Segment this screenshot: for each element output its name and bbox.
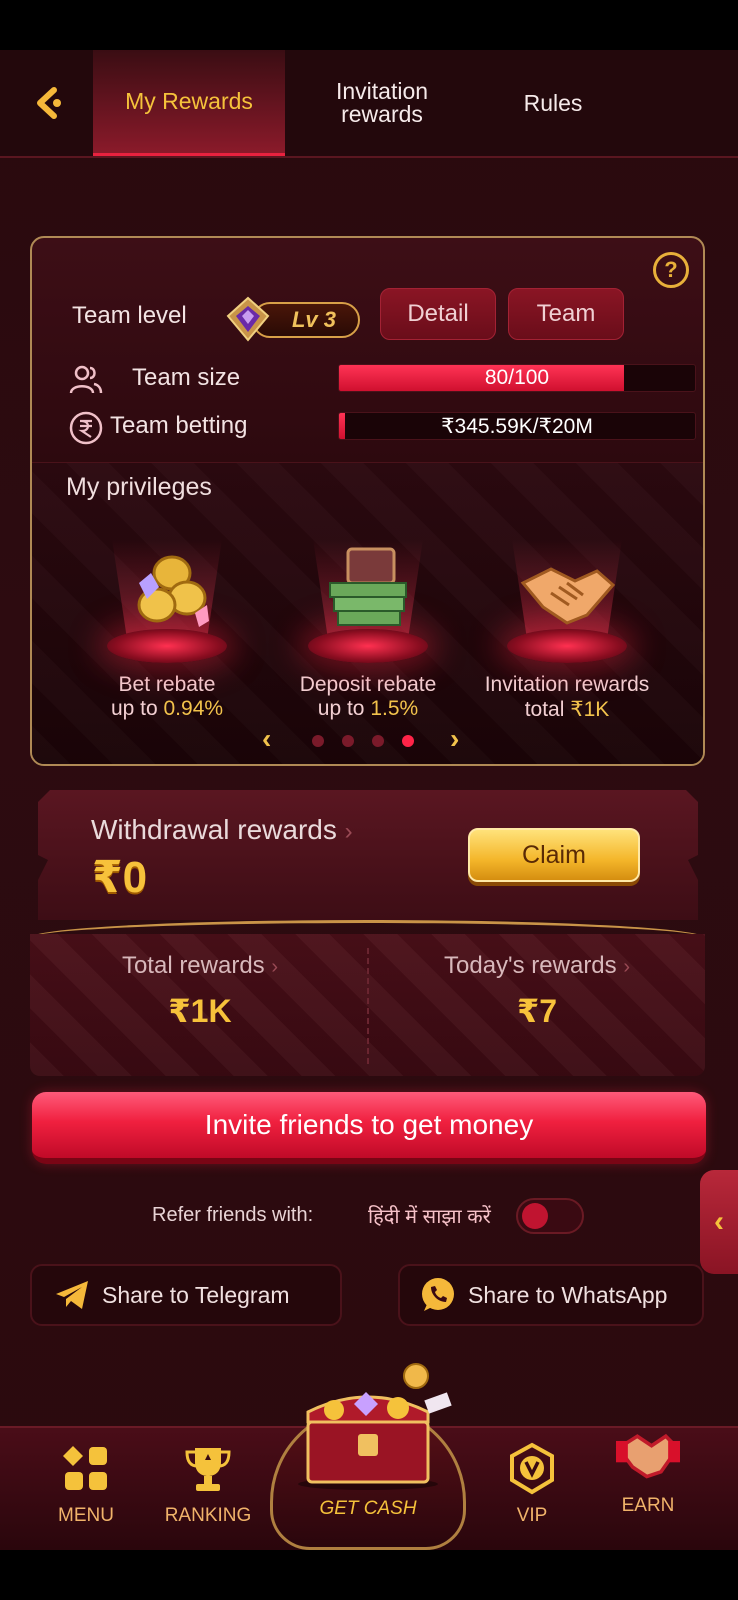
trophy-icon	[185, 1448, 231, 1491]
privileges-title: My privileges	[66, 473, 212, 501]
nav-menu-label: MENU	[58, 1505, 114, 1526]
share-whatsapp-button[interactable]: Share to WhatsApp	[398, 1264, 704, 1326]
nav-earn[interactable]: EARN	[598, 1433, 698, 1517]
privilege-invitation-rewards[interactable]: Invitation rewards total ₹1K	[472, 539, 662, 722]
pager-dot[interactable]	[342, 735, 354, 747]
pager-dot-active[interactable]	[402, 735, 414, 747]
privileges-pager: ‹ ›	[262, 725, 472, 753]
hindi-share-label: हिंदी में साझा करें	[368, 1206, 491, 1228]
diamond-emblem-icon	[226, 296, 270, 342]
get-cash-label: GET CASH	[319, 1498, 417, 1519]
chevron-left-icon: ‹	[714, 1205, 724, 1238]
nav-vip-label: VIP	[516, 1505, 548, 1526]
pedestal	[502, 539, 632, 663]
rewards-summary: Total rewards › ₹1K Today's rewards › ₹7	[30, 934, 705, 1076]
privilege-detail: total ₹1K	[524, 698, 610, 721]
privilege-title: Bet rebate	[118, 673, 216, 696]
todays-rewards[interactable]: Today's rewards › ₹7	[372, 952, 702, 1030]
nav-ranking[interactable]: RANKING	[158, 1442, 258, 1527]
tab-rules[interactable]: Rules	[480, 50, 626, 156]
nav-menu[interactable]: MENU	[36, 1442, 136, 1527]
app-screen: My Rewards Invitation rewards Rules ? Te…	[0, 50, 738, 1550]
todays-rewards-label: Today's rewards ›	[444, 952, 630, 979]
coins-gems-icon	[137, 555, 209, 627]
pedestal	[303, 539, 433, 663]
nav-vip[interactable]: VIP	[482, 1442, 582, 1527]
nav-earn-label: EARN	[621, 1495, 675, 1516]
team-level-badge: Lv 3	[224, 296, 364, 342]
chevron-right-icon: ›	[344, 818, 353, 845]
pedestal	[102, 539, 232, 663]
detail-button[interactable]: Detail	[380, 288, 496, 340]
users-icon	[69, 365, 103, 394]
team-size-row: Team size 80/100	[68, 360, 696, 400]
telegram-icon	[56, 1281, 88, 1309]
share-telegram-label: Share to Telegram	[102, 1281, 290, 1308]
divider	[367, 948, 369, 1064]
total-rewards-label: Total rewards ›	[121, 952, 279, 979]
team-button[interactable]: Team	[508, 288, 624, 340]
team-betting-value: ₹345.59K/₹20M	[441, 414, 593, 438]
menu-grid-icon	[63, 1446, 107, 1490]
todays-rewards-value: ₹7	[516, 993, 558, 1029]
team-card: ? Team level Lv 3 Detail Team Team size …	[30, 236, 705, 766]
withdrawal-rewards-panel: Withdrawal rewards › ₹0 Claim	[38, 790, 698, 920]
privilege-title: Deposit rebate	[299, 673, 437, 696]
team-betting-label: Team betting	[110, 412, 248, 439]
privileges-section: My privileges Bet rebate up to 0.94% Dep…	[32, 462, 703, 764]
pager-next-icon[interactable]: ›	[450, 725, 459, 753]
handshake-icon	[520, 567, 616, 625]
share-telegram-button[interactable]: Share to Telegram	[30, 1264, 342, 1326]
help-icon[interactable]: ?	[653, 252, 689, 288]
privilege-detail: up to 0.94%	[110, 697, 224, 720]
chevron-right-icon: ›	[271, 956, 279, 978]
team-size-progress: 80/100	[338, 364, 696, 392]
back-button[interactable]	[26, 80, 72, 126]
team-betting-progress: ₹345.59K/₹20M	[338, 412, 696, 440]
team-betting-row: Team betting ₹345.59K/₹20M	[68, 408, 696, 448]
team-size-label: Team size	[132, 364, 241, 391]
tab-my-rewards[interactable]: My Rewards	[93, 50, 285, 156]
refer-label: Refer friends with:	[152, 1204, 314, 1226]
invite-friends-button[interactable]: Invite friends to get money	[32, 1092, 706, 1164]
share-whatsapp-label: Share to WhatsApp	[468, 1281, 668, 1308]
privilege-bet-rebate[interactable]: Bet rebate up to 0.94%	[72, 539, 262, 721]
treasure-chest-icon	[298, 1363, 452, 1490]
back-arrow-icon	[37, 87, 61, 119]
nav-ranking-label: RANKING	[164, 1505, 252, 1526]
pager-prev-icon[interactable]: ‹	[262, 725, 271, 753]
vip-shield-icon	[510, 1442, 554, 1495]
cash-briefcase-icon	[329, 547, 407, 626]
privilege-title: Invitation rewards	[484, 673, 650, 696]
pager-dot[interactable]	[312, 735, 324, 747]
side-drawer-tab[interactable]: ‹	[700, 1170, 738, 1274]
refer-language-row: Refer friends with: हिंदी में साझा करें	[152, 1196, 584, 1236]
claim-button[interactable]: Claim	[468, 828, 640, 882]
chevron-right-icon: ›	[623, 956, 630, 978]
team-level-label: Team level	[72, 302, 187, 329]
top-header: My Rewards Invitation rewards Rules	[0, 50, 738, 158]
tab-invitation-rewards[interactable]: Invitation rewards	[292, 50, 472, 156]
privilege-deposit-rebate[interactable]: Deposit rebate up to 1.5%	[273, 539, 463, 721]
hindi-share-toggle[interactable]	[516, 1198, 584, 1234]
withdrawal-amount: ₹0	[92, 853, 148, 902]
pager-dot[interactable]	[372, 735, 384, 747]
whatsapp-icon	[422, 1278, 454, 1311]
total-rewards[interactable]: Total rewards › ₹1K	[35, 952, 365, 1030]
privilege-detail: up to 1.5%	[317, 697, 419, 720]
team-size-value: 80/100	[484, 366, 550, 389]
withdrawal-rewards-link[interactable]: Withdrawal rewards ›	[91, 814, 353, 846]
rupee-coin-icon	[69, 411, 103, 445]
total-rewards-value: ₹1K	[168, 993, 232, 1029]
handshake-icon	[615, 1433, 680, 1479]
toggle-knob	[522, 1203, 548, 1229]
